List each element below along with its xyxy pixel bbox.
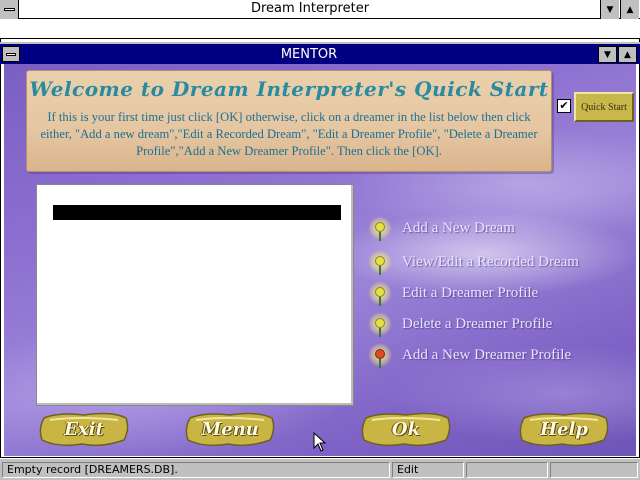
option-add-new-dreamer-profile[interactable]: Add a New Dreamer Profile	[366, 341, 571, 369]
lightbulb-icon-selected	[366, 341, 394, 369]
quick-start-checkbox[interactable]: ✔	[557, 99, 571, 113]
lightbulb-icon	[366, 279, 394, 307]
option-label: Edit a Dreamer Profile	[402, 284, 539, 301]
help-button[interactable]: Help	[518, 410, 610, 448]
option-label: Add a New Dreamer Profile	[402, 346, 572, 363]
welcome-panel: Welcome to Dream Interpreter's Quick Sta…	[26, 70, 552, 172]
mouse-pointer-icon	[313, 432, 327, 452]
child-maximize-button[interactable]: ▲	[618, 46, 637, 63]
status-mode: Edit	[392, 462, 464, 478]
list-item-selected[interactable]	[53, 205, 341, 220]
child-titlebar: MENTOR ▼ ▲	[0, 42, 640, 64]
status-bar: Empty record [DREAMERS.DB]. Edit	[0, 458, 640, 480]
welcome-heading: Welcome to Dream Interpreter's Quick Sta…	[29, 77, 549, 101]
ok-button-label: Ok	[391, 418, 421, 440]
exit-button[interactable]: Exit	[38, 410, 130, 448]
app-title: Dream Interpreter	[250, 1, 370, 16]
lightbulb-icon	[366, 310, 394, 338]
menu-button[interactable]: Menu	[184, 410, 276, 448]
triangle-up-icon: ▲	[626, 4, 634, 15]
app-titlebar: Dream Interpreter ▼ ▲	[0, 0, 640, 19]
quick-start-button[interactable]: Quick Start	[574, 92, 634, 122]
option-label: View/Edit a Recorded Dream	[402, 253, 579, 270]
option-add-new-dream[interactable]: Add a New Dream	[366, 214, 515, 242]
status-cell-empty-1	[466, 462, 548, 478]
triangle-down-icon: ▼	[606, 4, 614, 15]
help-button-label: Help	[540, 418, 588, 440]
option-label: Add a New Dream	[402, 219, 515, 236]
option-delete-dreamer-profile[interactable]: Delete a Dreamer Profile	[366, 310, 552, 338]
status-cell-empty-2	[550, 462, 638, 478]
lightbulb-icon	[366, 214, 394, 242]
triangle-down-icon: ▼	[604, 49, 611, 60]
exit-button-label: Exit	[64, 418, 104, 440]
system-menu-icon	[6, 53, 16, 56]
ok-button[interactable]: Ok	[360, 410, 452, 448]
system-menu-icon	[4, 8, 15, 11]
welcome-instructions: If this is your first time just click [O…	[40, 110, 538, 158]
menu-button-label: Menu	[201, 418, 259, 440]
option-edit-dreamer-profile[interactable]: Edit a Dreamer Profile	[366, 279, 538, 307]
lightbulb-icon	[366, 248, 394, 276]
dreamer-list[interactable]	[36, 184, 354, 406]
app-maximize-button[interactable]: ▲	[620, 0, 639, 19]
app-minimize-button[interactable]: ▼	[600, 0, 619, 19]
child-title: MENTOR	[280, 47, 338, 62]
app-system-menu-button[interactable]	[0, 0, 19, 19]
child-system-menu-button[interactable]	[2, 46, 20, 62]
option-label: Delete a Dreamer Profile	[402, 315, 553, 332]
triangle-up-icon: ▲	[624, 49, 631, 60]
option-view-edit-dream[interactable]: View/Edit a Recorded Dream	[366, 248, 579, 276]
status-message: Empty record [DREAMERS.DB].	[2, 462, 390, 478]
child-minimize-button[interactable]: ▼	[598, 46, 617, 63]
